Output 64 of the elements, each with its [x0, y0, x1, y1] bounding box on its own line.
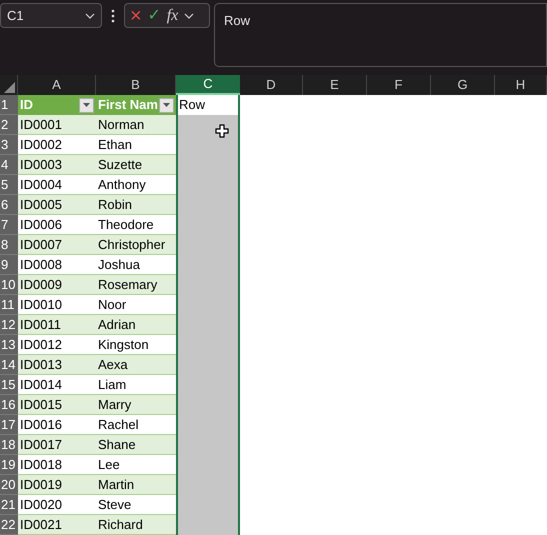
row-header[interactable]: 12 [0, 315, 18, 335]
row-header[interactable]: 15 [0, 375, 18, 395]
more-options-icon[interactable] [111, 9, 115, 23]
selected-cell [176, 515, 240, 535]
table-cell: Adrian [96, 315, 176, 335]
table-cell: ID0009 [18, 275, 96, 295]
table-cell: ID0003 [18, 155, 96, 175]
table-cell: Martin [96, 475, 176, 495]
table-cell: Norman [96, 115, 176, 135]
row-header[interactable]: 14 [0, 355, 18, 375]
column-header[interactable]: C [176, 75, 240, 95]
row-header[interactable]: 3 [0, 135, 18, 155]
row-header[interactable]: 21 [0, 495, 18, 515]
table-cell: Shane [96, 435, 176, 455]
row-header[interactable]: 19 [0, 455, 18, 475]
chevron-down-icon [184, 12, 194, 18]
row-header[interactable]: 7 [0, 215, 18, 235]
selected-cell [176, 115, 240, 135]
table-cell: ID0001 [18, 115, 96, 135]
row-header[interactable]: 13 [0, 335, 18, 355]
table-cell: Christopher [96, 235, 176, 255]
table-cell: Marry [96, 395, 176, 415]
cancel-button[interactable]: × [130, 6, 142, 26]
formula-bar[interactable]: Row [214, 3, 547, 67]
name-box[interactable]: C1 [0, 3, 102, 28]
chevron-down-icon [85, 12, 95, 18]
row-header[interactable]: 4 [0, 155, 18, 175]
table-cell: Suzette [96, 155, 176, 175]
table-cell: ID0011 [18, 315, 96, 335]
row-header[interactable]: 10 [0, 275, 18, 295]
table-cell: ID0017 [18, 435, 96, 455]
enter-button[interactable]: ✓ [148, 8, 161, 24]
row-header[interactable]: 2 [0, 115, 18, 135]
row-header[interactable]: 18 [0, 435, 18, 455]
row-header[interactable]: 5 [0, 175, 18, 195]
table-cell: ID0007 [18, 235, 96, 255]
table-cell: Richard [96, 515, 176, 535]
row-header[interactable]: 9 [0, 255, 18, 275]
table-cell: ID0013 [18, 355, 96, 375]
row-header[interactable]: 16 [0, 395, 18, 415]
table-cell: ID0021 [18, 515, 96, 535]
corner-triangle-icon [4, 82, 15, 93]
dropdown-arrow-icon [83, 103, 90, 107]
row-header[interactable]: 6 [0, 195, 18, 215]
header-label: First Nam [98, 96, 158, 114]
table-cell: ID0005 [18, 195, 96, 215]
filter-dropdown-button[interactable] [79, 98, 94, 112]
active-cell[interactable]: Row [176, 95, 240, 115]
row-header[interactable]: 17 [0, 415, 18, 435]
table-cell: Aexa [96, 355, 176, 375]
table-cell: Robin [96, 195, 176, 215]
row-header[interactable]: 1 [0, 95, 18, 115]
row-header[interactable]: 8 [0, 235, 18, 255]
table-cell: Rosemary [96, 275, 176, 295]
header-label: ID [20, 96, 33, 114]
filter-dropdown-button[interactable] [159, 98, 174, 112]
insert-function-button[interactable]: fx [166, 8, 178, 24]
dropdown-arrow-icon [163, 103, 170, 107]
row-header[interactable]: 20 [0, 475, 18, 495]
table-cell: ID0019 [18, 475, 96, 495]
table-cell: ID0015 [18, 395, 96, 415]
plus-cursor-icon [215, 124, 229, 138]
row-header[interactable]: 22 [0, 515, 18, 535]
row-header[interactable]: 11 [0, 295, 18, 315]
